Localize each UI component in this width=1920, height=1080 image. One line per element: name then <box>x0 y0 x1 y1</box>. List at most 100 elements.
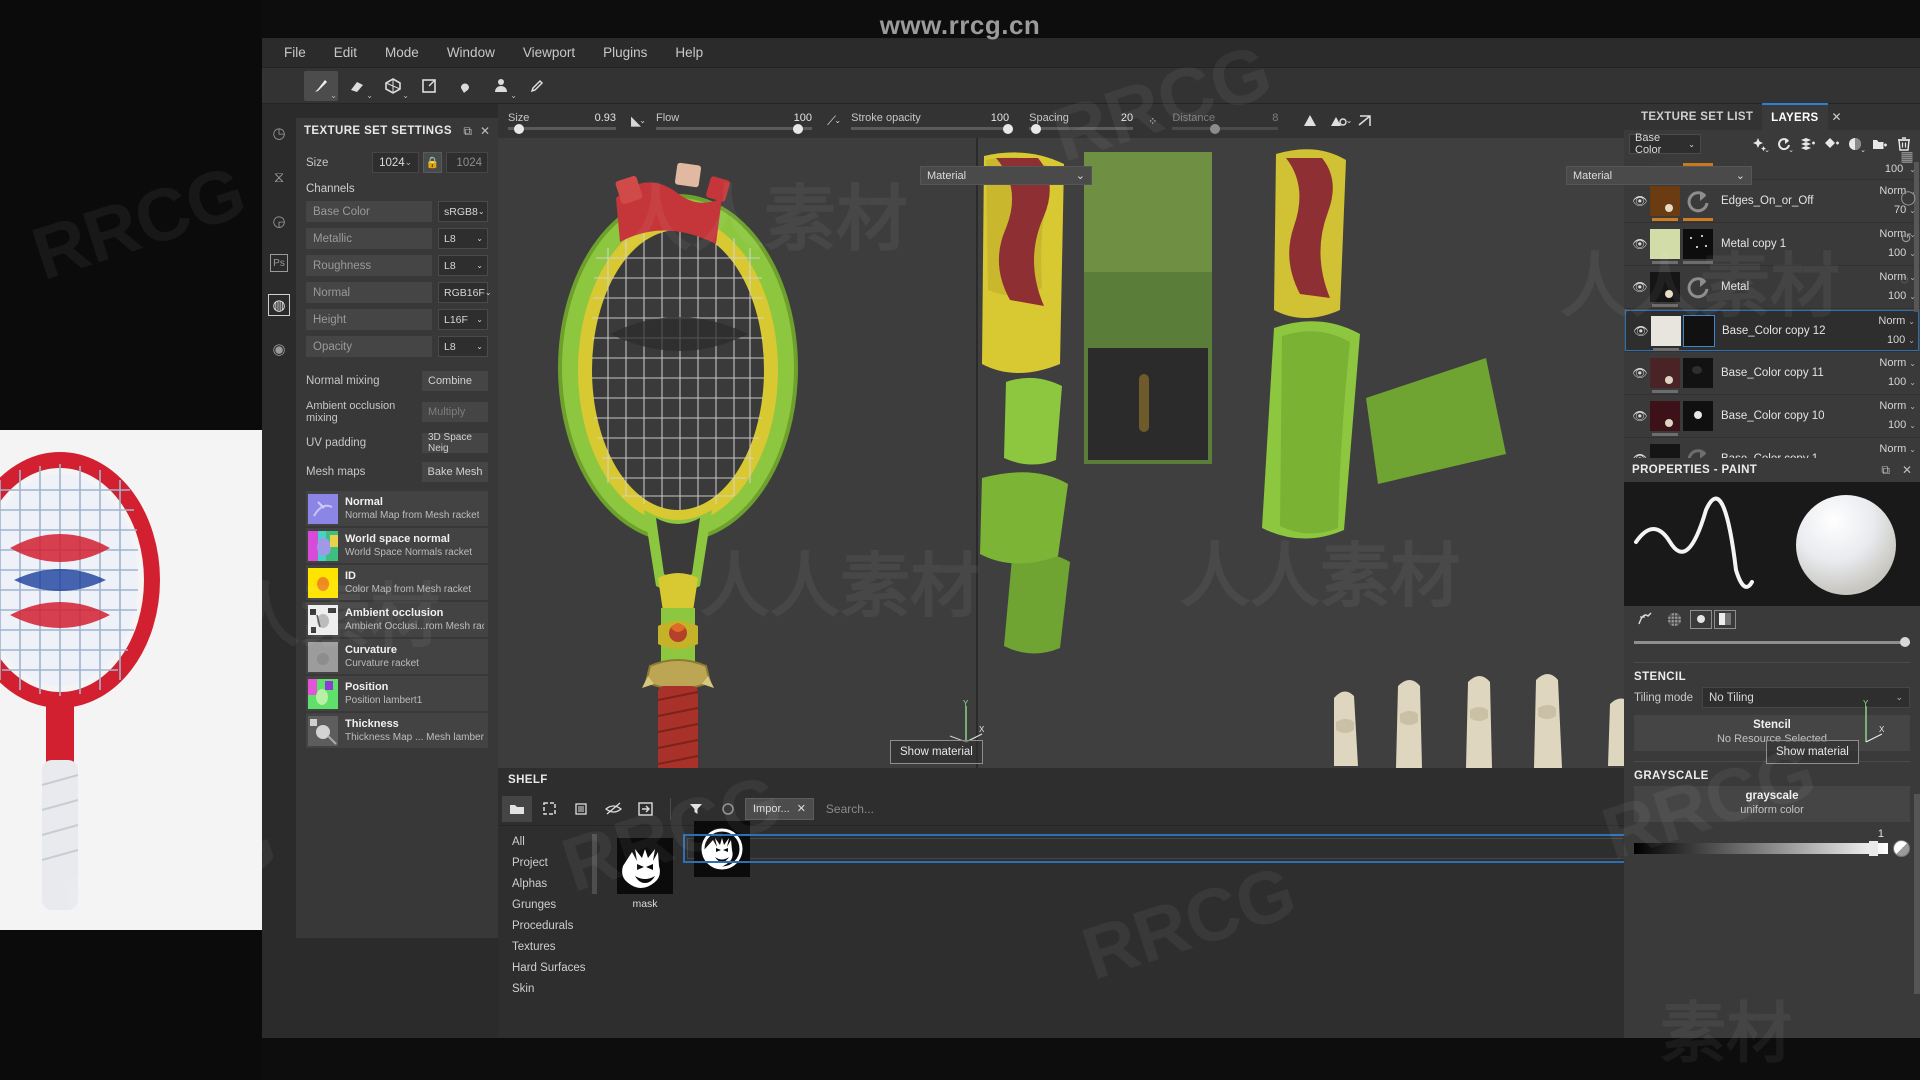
layers-rail-icon[interactable]: ◷ <box>268 122 290 144</box>
layer-mask-thumbnail[interactable] <box>1683 229 1713 264</box>
layer-mask-thumbnail[interactable] <box>1683 314 1715 347</box>
layer-thumbnail[interactable] <box>1650 358 1680 393</box>
mesh-map-item-id[interactable]: ID Color Map from Mesh racket <box>306 565 488 600</box>
shelf-category-hard-surfaces[interactable]: Hard Surfaces <box>512 958 590 979</box>
table-row[interactable]: 👁 Metal Norm ⌄ 100 ⌄ <box>1624 266 1920 309</box>
shelf-category-project[interactable]: Project <box>512 853 590 874</box>
symmetry-settings-icon[interactable]: ⌄ <box>1324 113 1352 129</box>
mesh-map-item-position[interactable]: Position Position lambert1 <box>306 676 488 711</box>
environment-rail-icon[interactable]: ◯ <box>1900 189 1916 206</box>
layer-thumbnail[interactable] <box>1650 186 1680 221</box>
refresh-icon[interactable] <box>713 796 743 822</box>
baking-rail-icon[interactable]: ⧖ <box>268 166 290 188</box>
add-effect-icon[interactable]: ⌄ <box>1748 133 1771 155</box>
mesh-map-item-thickness[interactable]: Thickness Thickness Map ... Mesh lambert… <box>306 713 488 748</box>
material-dropdown-right[interactable]: Material ⌄ <box>1566 166 1752 185</box>
uv-tile-icon[interactable] <box>1352 113 1379 129</box>
table-row[interactable]: 👁 Base_Color copy 11 Norm ⌄ 100 ⌄ <box>1624 352 1920 395</box>
hide-icon[interactable] <box>598 796 628 822</box>
flow-dynamics-icon[interactable]: ⟋ ⌄ <box>822 113 841 129</box>
mesh-map-item-ambient-occlusion[interactable]: Ambient occlusion Ambient Occlusi...rom … <box>306 602 488 637</box>
symmetry-icon[interactable] <box>1296 113 1324 129</box>
filter-icon[interactable] <box>681 796 711 822</box>
show-material-button-left[interactable]: Show material <box>890 740 983 764</box>
param-spacing[interactable]: Spacing 20 <box>1019 104 1143 138</box>
table-row[interactable]: 👁 Metal copy 1 Norm ⌄ 100 ⌄ <box>1624 223 1920 266</box>
layer-blend-opacity[interactable]: Norm⌄ 100⌄ <box>1861 312 1915 350</box>
layer-mask-thumbnail[interactable] <box>1683 358 1713 388</box>
layer-visibility-icon[interactable]: 👁 <box>1631 324 1651 338</box>
paint-brush-tool[interactable]: ⌄ <box>304 70 338 101</box>
param-stroke-opacity[interactable]: Stroke opacity 100 <box>841 104 1019 138</box>
param-flow[interactable]: Flow 100 <box>646 104 822 138</box>
normal-mixing-value[interactable]: Combine <box>422 371 488 391</box>
layer-thumbnail[interactable] <box>1650 444 1680 458</box>
display-settings-rail-icon[interactable]: ▦ <box>1900 148 1916 165</box>
eraser-tool[interactable]: ⌄ <box>340 71 374 101</box>
clone-tool[interactable]: ⌄ <box>484 71 518 101</box>
channel-row[interactable]: Height L16F ⌄ <box>306 309 488 330</box>
channel-row[interactable]: Normal RGB16F ⌄ <box>306 282 492 303</box>
channel-format-select[interactable]: L8 ⌄ <box>438 255 488 276</box>
channel-format-select[interactable]: L8 ⌄ <box>438 336 488 357</box>
channel-format-select[interactable]: RGB16F ⌄ <box>438 282 492 303</box>
import-resource-icon[interactable] <box>630 796 660 822</box>
iray-rail-icon[interactable]: ◍ <box>268 294 290 316</box>
layers-list[interactable]: 100 ⌄ 👁 Edges_On_or_Off Norm ⌄ 70 ⌄ 👁 Me… <box>1624 158 1920 458</box>
add-folder-icon[interactable] <box>1868 133 1891 155</box>
size-select[interactable]: 1024 ⌄ <box>372 152 420 173</box>
geometry-fill-tool[interactable] <box>412 71 446 101</box>
lock-icon[interactable]: 🔒 <box>423 152 443 173</box>
channel-row[interactable]: Base Color sRGB8 ⌄ <box>306 201 488 222</box>
layer-mask-thumbnail[interactable] <box>1683 401 1713 431</box>
layer-visibility-icon[interactable]: 👁 <box>1630 452 1650 458</box>
channel-selector[interactable]: Base Color ⌄ <box>1629 132 1701 156</box>
layer-visibility-icon[interactable]: 👁 <box>1630 280 1650 294</box>
param-slider[interactable] <box>1029 123 1134 134</box>
shelf-category-skin[interactable]: Skin <box>512 979 590 1000</box>
help-rail-icon[interactable]: ◌ <box>1900 271 1916 287</box>
param-slider[interactable] <box>508 123 616 134</box>
channel-row[interactable]: Metallic L8 ⌄ <box>306 228 488 249</box>
add-fill-layer-icon[interactable] <box>1796 133 1819 155</box>
tab-texture-set-list[interactable]: TEXTURE SET LIST <box>1632 104 1762 130</box>
show-material-button-right[interactable]: Show material <box>1766 740 1859 764</box>
smudge-tool[interactable] <box>448 71 482 101</box>
dock-scrollbar[interactable] <box>1914 794 1920 994</box>
brush-preset-icon[interactable]: ◣ ⌄ <box>626 113 646 129</box>
folder-icon[interactable] <box>502 795 532 822</box>
layer-visibility-icon[interactable]: 👁 <box>1630 366 1650 380</box>
layer-thumbnail[interactable] <box>1650 229 1680 264</box>
scatter-icon[interactable]: ⁘ <box>1143 115 1162 128</box>
layer-thumbnail[interactable] <box>1650 272 1680 307</box>
table-row[interactable]: 👁 Base_Color copy 10 Norm ⌄ 100 ⌄ <box>1624 395 1920 438</box>
shelf-category-grunges[interactable]: Grunges <box>512 895 590 916</box>
mesh-map-item-normal[interactable]: Normal Normal Map from Mesh racket <box>306 491 488 526</box>
uv-padding-value[interactable]: 3D Space Neig <box>422 432 488 454</box>
brush-shape-tab-icon[interactable] <box>1690 609 1712 629</box>
layer-mask-thumbnail[interactable] <box>1683 186 1713 221</box>
param-size[interactable]: Size 0.93 <box>498 104 626 138</box>
channel-format-select[interactable]: L8 ⌄ <box>438 228 488 249</box>
channel-format-select[interactable]: sRGB8 ⌄ <box>438 201 488 222</box>
viewport-3d[interactable] <box>498 138 976 768</box>
layer-blend-opacity[interactable]: Norm⌄ 100⌄ <box>1862 440 1916 458</box>
shelf-category-all[interactable]: All <box>512 832 590 853</box>
grayscale-slider[interactable] <box>1634 841 1888 856</box>
substance-rail-icon[interactable]: ◉ <box>268 338 290 360</box>
close-icon[interactable]: ✕ <box>1902 463 1912 477</box>
mesh-map-item-world-space-normal[interactable]: World space normal World Space Normals r… <box>306 528 488 563</box>
brush-stroke-tab-icon[interactable] <box>1630 607 1658 631</box>
add-generator-icon[interactable]: ⌄ <box>1772 133 1795 155</box>
tab-layers[interactable]: LAYERS <box>1762 103 1828 131</box>
brush-gradient-tab-icon[interactable] <box>1714 609 1736 629</box>
export-rail-icon[interactable]: ◶ <box>268 210 290 232</box>
ao-mixing-value[interactable]: Multiply <box>422 402 488 422</box>
shelf-item-mask[interactable]: mask <box>617 838 673 1038</box>
color-picker-tool[interactable] <box>520 71 554 101</box>
grayscale-swatch[interactable] <box>1893 840 1910 857</box>
close-icon[interactable]: ✕ <box>480 124 490 138</box>
param-slider[interactable] <box>851 123 1013 134</box>
layer-blend-opacity[interactable]: Norm⌄ 100⌄ <box>1862 354 1916 392</box>
new-resource-icon[interactable] <box>534 796 564 822</box>
